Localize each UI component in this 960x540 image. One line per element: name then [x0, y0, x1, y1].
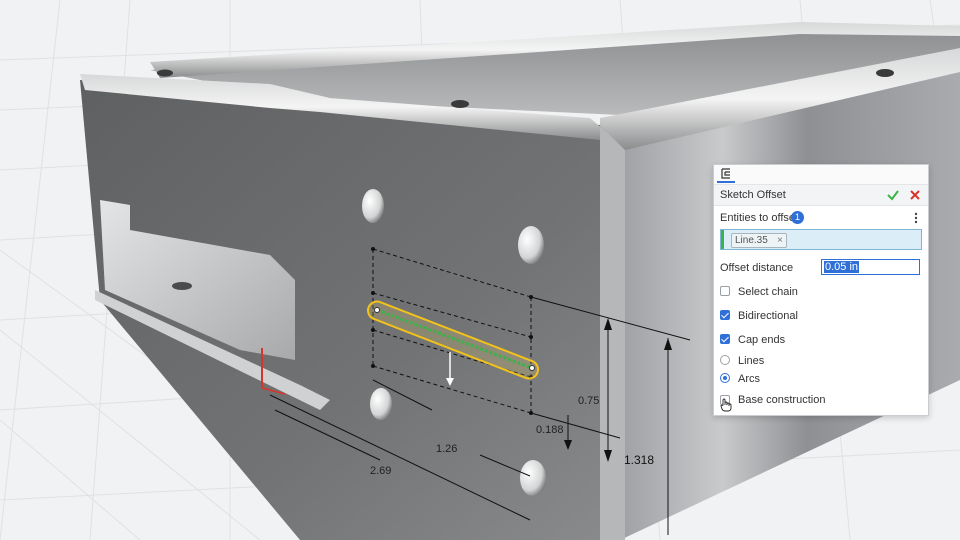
rim-hole [876, 69, 894, 77]
arcs-label: Arcs [738, 373, 760, 385]
checkmark-icon[interactable] [886, 188, 900, 202]
arcs-radio[interactable] [720, 373, 730, 383]
cap-ends-checkbox[interactable] [720, 334, 730, 344]
rim-hole [451, 100, 469, 108]
entities-label: Entities to offset [720, 212, 799, 224]
sketch-offset-panel[interactable]: Sketch Offset Entities to offset 1 Line.… [713, 164, 929, 416]
dimension-label[interactable]: 0.75 [578, 395, 599, 407]
select-chain-label: Select chain [738, 286, 798, 298]
dimension-label[interactable]: 1.318 [624, 453, 654, 467]
entity-chip-label: Line.35 [735, 235, 768, 246]
panel-header: Sketch Offset [714, 185, 928, 206]
dimension-label[interactable]: 0.188 [536, 424, 564, 436]
front-hole [518, 226, 544, 264]
entities-selection-field[interactable]: Line.35 × [720, 229, 922, 250]
entities-row: Entities to offset 1 [720, 211, 922, 226]
panel-tab-bar [714, 165, 928, 185]
box-front-bend [600, 125, 625, 540]
select-chain-checkbox[interactable] [720, 286, 730, 296]
front-hole [520, 460, 546, 496]
cap-ends-label: Cap ends [738, 334, 786, 346]
close-icon[interactable] [908, 188, 922, 202]
dimension-label[interactable]: 1.26 [436, 443, 457, 455]
selection-indicator [721, 230, 724, 249]
panel-title: Sketch Offset [720, 189, 786, 201]
offset-distance-label: Offset distance [720, 262, 794, 274]
bidirectional-checkbox[interactable] [720, 310, 730, 320]
sketch-offset-icon[interactable] [717, 166, 735, 183]
dimension-label[interactable]: 2.69 [370, 465, 391, 477]
entities-count-badge: 1 [791, 211, 804, 224]
base-construction-label: Base construction [738, 394, 826, 406]
lines-label: Lines [738, 355, 765, 367]
front-hole [362, 189, 384, 223]
cutout-hole [172, 282, 192, 290]
lines-radio[interactable] [720, 355, 730, 365]
bidirectional-label: Bidirectional [738, 310, 798, 322]
more-options-icon[interactable] [914, 212, 918, 224]
entity-chip[interactable]: Line.35 × [731, 233, 787, 248]
offset-distance-value: 0.05 in [824, 261, 860, 273]
hand-cursor-icon [720, 398, 732, 412]
remove-chip-icon[interactable]: × [777, 234, 783, 247]
rim-hole [157, 69, 173, 77]
front-hole [370, 388, 392, 420]
offset-distance-input[interactable]: 0.05 in [821, 259, 920, 275]
